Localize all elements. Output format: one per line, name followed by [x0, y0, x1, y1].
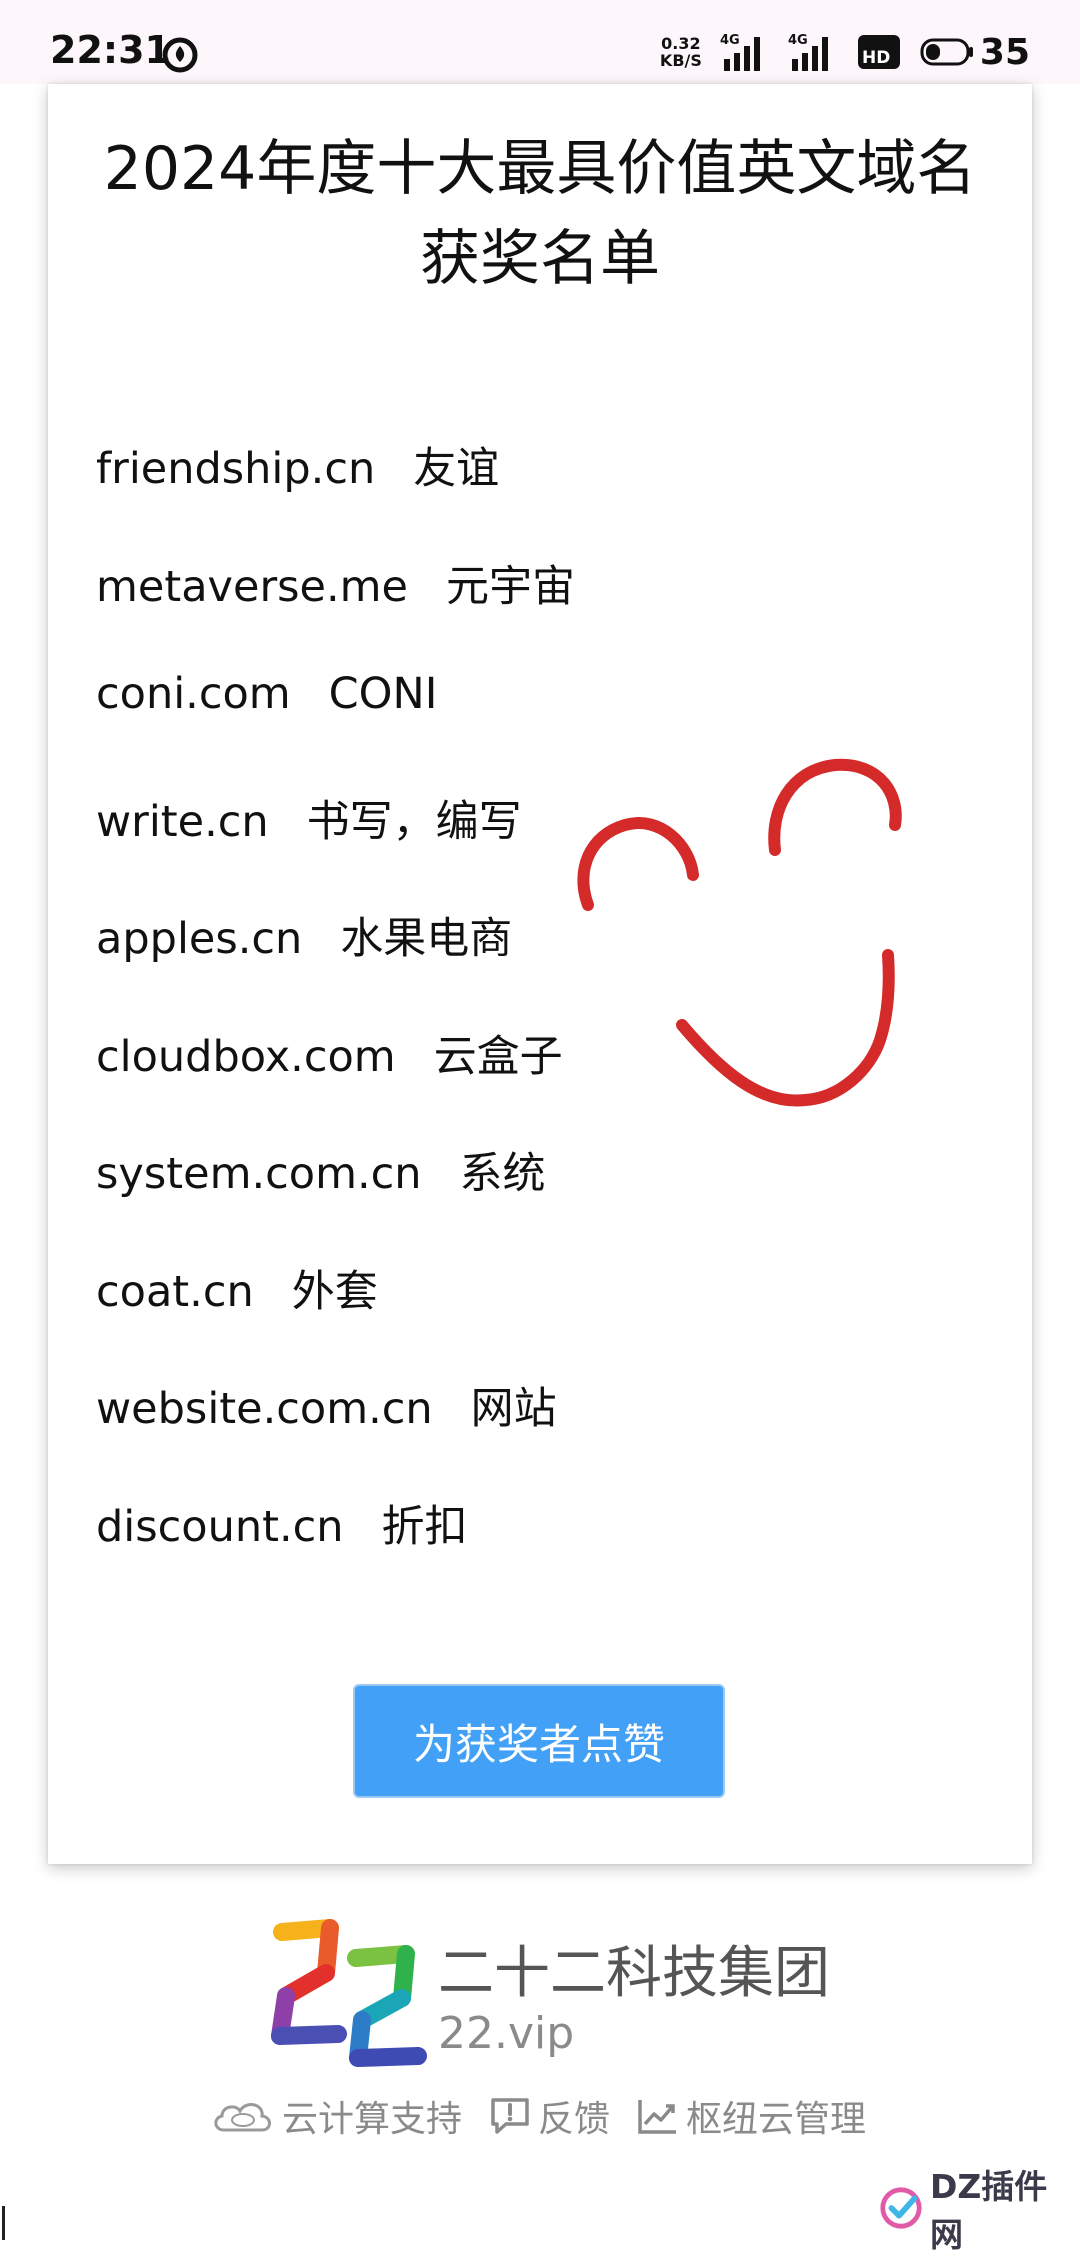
battery-icon: [920, 38, 973, 66]
footer-link-feedback[interactable]: 反馈: [488, 2090, 610, 2142]
domain-name: cloudbox.com: [96, 1031, 396, 1082]
list-item: apples.cn 水果电商: [96, 904, 575, 1022]
trend-chart-icon: [638, 2100, 677, 2134]
footer-link-label: 云计算支持: [282, 2099, 463, 2140]
list-item: website.com.cn 网站: [96, 1374, 575, 1492]
battery-indicator: 35: [920, 32, 1030, 73]
award-card: 2024年度十大最具价值英文域名获奖名单 friendship.cn 友谊 met…: [48, 84, 1032, 1864]
domain-name: website.com.cn: [96, 1384, 433, 1434]
domain-meaning: 友谊: [413, 444, 500, 494]
watermark-check-icon: [880, 2187, 922, 2229]
list-item: coat.cn 外套: [96, 1257, 575, 1375]
domain-meaning: 云盒子: [433, 1031, 563, 1082]
domain-meaning: 系统: [459, 1149, 546, 1199]
status-indicators: 0.32 KB/S 4G 4G HD 35: [660, 30, 1030, 74]
domain-name: apples.cn: [96, 914, 303, 964]
list-item: coni.com CONI: [96, 669, 575, 787]
network-1-label: 4G: [720, 33, 740, 48]
brand-name: 二十二科技集团: [438, 1941, 830, 2006]
footer-link-hub-cloud[interactable]: 枢纽云管理: [636, 2090, 866, 2142]
domain-meaning: 折扣: [381, 1501, 468, 1552]
feedback-icon: [491, 2098, 529, 2134]
svg-text:HD: HD: [862, 48, 890, 68]
like-winners-button[interactable]: 为获奖者点赞: [353, 1684, 725, 1798]
list-item: write.cn 书写，编写: [96, 787, 575, 905]
list-item: friendship.cn 友谊: [96, 434, 575, 552]
list-item: system.com.cn 系统: [96, 1139, 575, 1257]
watermark-text: DZ插件网: [929, 2167, 1048, 2254]
network-speed: 0.32 KB/S: [660, 35, 702, 69]
domain-name: coat.cn: [96, 1266, 254, 1317]
status-time: 22:31: [50, 28, 171, 72]
domain-name: discount.cn: [96, 1501, 344, 1552]
signal-4g-icon-2: 4G: [788, 33, 828, 71]
domain-list: friendship.cn 友谊 metaverse.me 元宇宙 coni.com…: [96, 434, 575, 1609]
domain-name: coni.com: [96, 669, 291, 719]
domain-name: metaverse.me: [96, 561, 409, 612]
domain-meaning: 水果电商: [340, 914, 513, 964]
notification-icon: [162, 37, 198, 73]
domain-meaning: 网站: [470, 1384, 557, 1434]
network-2-label: 4G: [788, 33, 808, 48]
domain-name: write.cn: [96, 796, 269, 847]
domain-name: friendship.cn: [96, 444, 376, 494]
cloud-icon: [214, 2103, 271, 2132]
brand-domain[interactable]: 22.vip: [438, 2008, 574, 2059]
battery-percent: 35: [979, 31, 1030, 73]
network-speed-value: 0.32: [661, 34, 701, 53]
domain-meaning: 元宇宙: [446, 561, 576, 612]
brand-logo-22: [271, 1919, 427, 2067]
list-item: cloudbox.com 云盒子: [96, 1022, 575, 1140]
domain-meaning: CONI: [328, 669, 438, 719]
hd-voice-icon: HD: [857, 35, 900, 69]
list-item: metaverse.me 元宇宙: [96, 552, 575, 670]
network-speed-unit: KB/S: [659, 51, 702, 70]
domain-meaning: 外套: [291, 1266, 378, 1317]
watermark: DZ插件网: [878, 2167, 1074, 2254]
footer-link-label: 反馈: [538, 2099, 611, 2140]
footer-link-label: 枢纽云管理: [686, 2099, 867, 2140]
status-bar: 22:31 0.32 KB/S 4G 4G HD 35: [0, 0, 1080, 84]
footer-link-cloud[interactable]: 云计算支持: [210, 2090, 462, 2142]
list-item: discount.cn 折扣: [96, 1492, 575, 1610]
card-title: 2024年度十大最具价值英文域名获奖名单: [103, 134, 977, 294]
domain-name: system.com.cn: [96, 1149, 422, 1199]
edge-mark: [2, 2206, 5, 2240]
domain-meaning: 书写，编写: [306, 796, 522, 847]
signal-4g-icon: 4G: [720, 33, 760, 71]
footer-links: 云计算支持 反馈 枢纽云管理: [210, 2090, 866, 2142]
